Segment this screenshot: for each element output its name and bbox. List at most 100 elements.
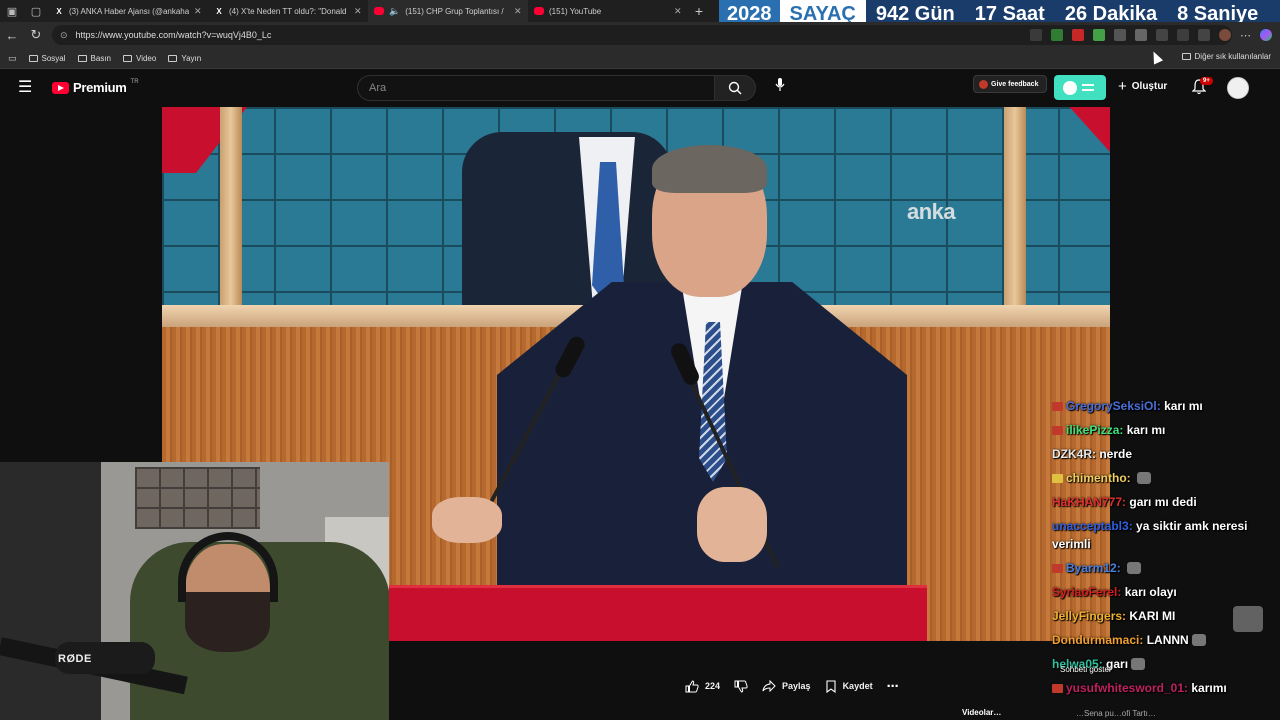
chat-username: DZK4R: xyxy=(1052,447,1096,461)
chat-message: ilikePizza: karı mı xyxy=(1052,421,1280,439)
youtube-icon xyxy=(374,7,384,15)
extension-icon[interactable] xyxy=(1030,29,1042,41)
reading-list-icon[interactable]: ▭ xyxy=(8,53,17,64)
more-actions-button[interactable]: ⋯ xyxy=(887,676,899,696)
bookmark-label: Video xyxy=(136,53,157,63)
cut-off-chips: …Sena pu…ofi Tartı… xyxy=(1076,709,1156,718)
tab-title: (4) X'te Neden TT oldu?: "Donald xyxy=(229,6,347,16)
save-button[interactable]: Kaydet xyxy=(825,676,873,696)
chat-message: HaKHAN777: garı mı dedi xyxy=(1052,493,1280,511)
share-button[interactable]: Paylaş xyxy=(762,676,811,696)
browser-tab[interactable]: X (3) ANKA Haber Ajansı (@ankaha ✕ xyxy=(48,0,208,22)
reload-icon[interactable]: ↻ xyxy=(24,22,48,48)
save-label: Kaydet xyxy=(842,681,873,691)
feedback-icon xyxy=(979,79,988,89)
bookmark-label: Basın xyxy=(90,53,111,63)
folder-icon xyxy=(168,54,178,62)
folder-icon xyxy=(77,54,87,62)
chat-text: LANNN xyxy=(1146,633,1189,647)
show-chat-hint[interactable]: Sohbeti göster xyxy=(1060,665,1112,674)
account-avatar[interactable] xyxy=(1227,77,1249,99)
extension-toggle-button[interactable] xyxy=(1054,75,1106,100)
favorites-icon[interactable] xyxy=(1177,29,1189,41)
bookmark-folder[interactable]: Sosyal xyxy=(28,54,66,63)
chat-username: HaKHAN777: xyxy=(1052,495,1127,509)
search-icon xyxy=(728,81,742,95)
extension-icon[interactable] xyxy=(1114,29,1126,41)
thumbs-up-icon xyxy=(685,679,699,692)
toggle-knob xyxy=(1063,81,1077,95)
new-tab-button[interactable]: + xyxy=(688,3,710,19)
hamburger-menu-icon[interactable]: ☰ xyxy=(18,79,36,97)
browser-tab-active[interactable]: 🔈 (151) CHP Grup Toplantısı / ✕ xyxy=(368,0,528,22)
tab-close-icon[interactable]: ✕ xyxy=(354,6,362,17)
feedback-label: Give feedback xyxy=(991,80,1039,88)
extension-icon[interactable] xyxy=(1135,29,1147,41)
like-count: 224 xyxy=(705,681,721,691)
extension-icon[interactable] xyxy=(1051,29,1063,41)
chat-emote-icon xyxy=(1131,658,1146,670)
bookmark-folder[interactable]: Video xyxy=(123,54,156,63)
bookmark-folder[interactable]: Yayın xyxy=(168,54,201,63)
puzzle-icon[interactable] xyxy=(1156,29,1168,41)
videos-chip[interactable]: Videolar… xyxy=(962,708,1001,717)
other-favorites[interactable]: Diğer sık kullanılanlar xyxy=(1181,52,1271,61)
youtube-logo[interactable]: Premium TR xyxy=(52,78,139,95)
more-menu-icon[interactable]: ⋯ xyxy=(1240,29,1251,42)
address-bar-row: ← ↻ ⊙ https://www.youtube.com/watch?v=wu… xyxy=(0,22,1280,48)
picture-frames xyxy=(135,467,260,529)
red-podium-panel xyxy=(387,585,927,641)
bookmark-label: Yayın xyxy=(181,53,202,63)
browser-tab[interactable]: (151) YouTube ✕ xyxy=(528,0,688,22)
back-icon[interactable]: ← xyxy=(0,22,24,48)
like-button[interactable]: 224 xyxy=(685,676,720,696)
chat-emote-icon xyxy=(1137,472,1152,484)
microphone-icon[interactable] xyxy=(770,78,790,98)
shield-icon[interactable] xyxy=(1198,29,1210,41)
profile-avatar[interactable] xyxy=(1219,29,1231,41)
copilot-icon[interactable] xyxy=(1260,29,1272,41)
speaker-icon[interactable]: 🔈 xyxy=(389,6,400,17)
x-logo-icon: X xyxy=(56,6,62,16)
logo-text: Premium xyxy=(73,80,127,95)
search-button[interactable] xyxy=(714,75,756,101)
bookmark-folder[interactable]: Basın xyxy=(77,53,111,63)
youtube-play-icon xyxy=(52,81,69,94)
chat-username: yusufwhitesword_01: xyxy=(1066,681,1189,695)
create-button[interactable]: + Oluştur xyxy=(1118,78,1167,95)
chat-badge-icon xyxy=(1052,402,1063,411)
share-label: Paylaş xyxy=(782,681,811,691)
channel-watermark: anka xyxy=(907,199,956,224)
youtube-header: ☰ Premium TR Ara Give feedback + Oluştur… xyxy=(0,69,1280,107)
tab-close-icon[interactable]: ✕ xyxy=(674,6,682,17)
menu-lines-icon xyxy=(1082,84,1094,91)
tab-title: (151) YouTube xyxy=(549,6,602,16)
extension-icon[interactable] xyxy=(1072,29,1084,41)
give-feedback-button[interactable]: Give feedback xyxy=(973,75,1047,93)
tab-close-icon[interactable]: ✕ xyxy=(514,6,522,17)
speaker-hand xyxy=(432,497,502,543)
webcam-overlay: RØDE xyxy=(0,462,389,720)
extension-toolbar: ⋯ xyxy=(1030,25,1272,45)
dislike-button[interactable] xyxy=(734,676,748,696)
tab-title: (151) CHP Grup Toplantısı / xyxy=(405,6,504,16)
search-input[interactable]: Ara xyxy=(357,75,715,101)
extension-icon[interactable] xyxy=(1093,29,1105,41)
chat-username: Dondurmamaci: xyxy=(1052,633,1144,647)
folder-icon xyxy=(28,54,38,62)
bookmarks-bar: ▭ Sosyal Basın Video Yayın Diğer sık kul… xyxy=(0,48,1280,69)
x-logo-icon: X xyxy=(216,6,222,16)
youtube-icon xyxy=(534,7,544,15)
site-info-icon[interactable]: ⊙ xyxy=(60,30,68,41)
chat-text: karı mı xyxy=(1126,423,1166,437)
create-label: Oluştur xyxy=(1131,81,1168,92)
chat-badge-icon xyxy=(1052,426,1063,435)
window-menu-icon[interactable]: ▣ xyxy=(0,0,24,22)
chat-badge-icon xyxy=(1052,474,1063,483)
speaker-hand xyxy=(697,487,767,562)
tab-close-icon[interactable]: ✕ xyxy=(194,6,202,17)
chat-message: Dondurmamaci: LANNN xyxy=(1052,631,1280,649)
tab-actions-icon[interactable]: ▢ xyxy=(24,0,48,22)
region-code: TR xyxy=(130,78,139,85)
browser-tab[interactable]: X (4) X'te Neden TT oldu?: "Donald ✕ xyxy=(208,0,368,22)
